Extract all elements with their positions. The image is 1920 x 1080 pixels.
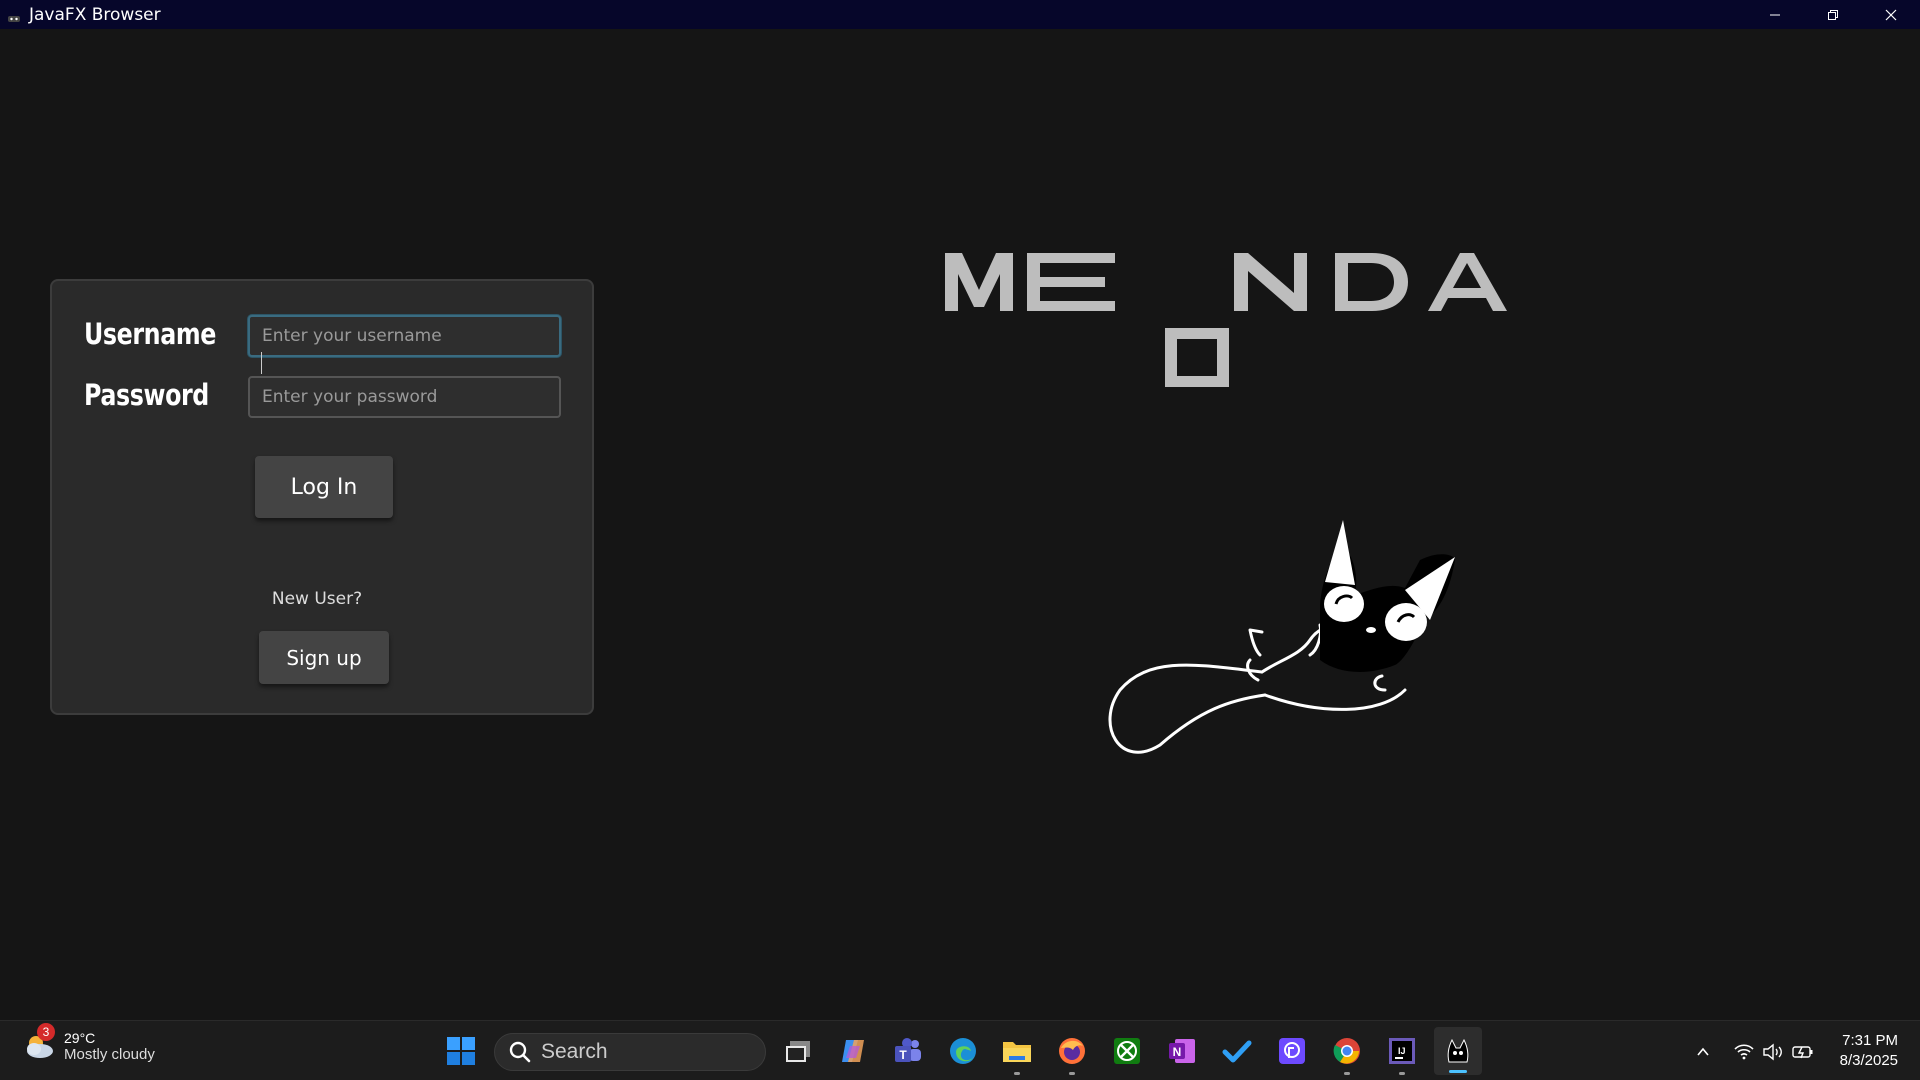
show-hidden-icons-button[interactable] <box>1690 1039 1716 1065</box>
app-logo <box>945 253 1507 754</box>
clock-time: 7:31 PM <box>1842 1032 1898 1049</box>
close-icon <box>1885 9 1897 20</box>
taskbar: 3 29°C Mostly cloudy Search T N IJ 7:31 … <box>0 1020 1920 1080</box>
chrome-icon[interactable] <box>1329 1033 1365 1075</box>
running-indicator <box>1344 1072 1350 1075</box>
copilot-icon[interactable] <box>835 1033 871 1069</box>
wifi-icon[interactable] <box>1731 1039 1757 1065</box>
restore-button[interactable] <box>1804 0 1862 29</box>
browser-content: Username Password Log In New User? Sign … <box>0 29 1920 1020</box>
restore-icon <box>1828 9 1838 20</box>
intellij-icon[interactable]: IJ <box>1384 1033 1420 1075</box>
search-icon <box>509 1041 531 1063</box>
running-indicator <box>1069 1072 1075 1075</box>
todo-icon[interactable] <box>1219 1033 1255 1069</box>
task-view-icon[interactable] <box>779 1033 815 1069</box>
chevron-up-icon <box>1697 1047 1709 1056</box>
running-indicator <box>1399 1072 1405 1075</box>
teams-icon[interactable]: T <box>890 1033 926 1069</box>
weather-temp: 29°C <box>64 1029 96 1046</box>
cat-head <box>1320 520 1455 672</box>
minimize-icon <box>1770 14 1780 15</box>
svg-text:IJ: IJ <box>1398 1046 1406 1056</box>
window-title: JavaFX Browser <box>29 4 161 25</box>
proton-pass-icon[interactable] <box>1274 1033 1310 1069</box>
weather-badge: 3 <box>37 1023 55 1041</box>
onenote-icon[interactable]: N <box>1164 1033 1200 1069</box>
svg-text:N: N <box>1173 1045 1182 1059</box>
javafx-app-icon <box>1440 1033 1476 1069</box>
volume-icon[interactable] <box>1760 1039 1786 1065</box>
taskbar-search[interactable]: Search <box>494 1033 766 1071</box>
window-title-bar: JavaFX Browser <box>0 0 1920 29</box>
javafx-app-taskbar-button[interactable] <box>1434 1027 1482 1075</box>
minimize-button[interactable] <box>1746 0 1804 29</box>
weather-widget[interactable]: 3 29°C Mostly cloudy <box>22 1023 155 1063</box>
close-button[interactable] <box>1862 0 1920 29</box>
windows-icon <box>447 1037 475 1065</box>
edge-icon[interactable] <box>945 1033 981 1069</box>
logo-wordmark <box>945 253 1507 387</box>
active-indicator <box>1449 1070 1467 1073</box>
weather-condition: Mostly cloudy <box>64 1045 155 1063</box>
running-indicator <box>1014 1072 1020 1075</box>
start-button[interactable] <box>443 1033 479 1069</box>
firefox-icon[interactable] <box>1054 1033 1090 1075</box>
cloudy-weather-icon: 3 <box>22 1023 56 1063</box>
xbox-icon[interactable] <box>1109 1033 1145 1069</box>
search-label: Search <box>541 1040 608 1063</box>
app-icon <box>7 10 21 22</box>
svg-text:T: T <box>899 1048 907 1062</box>
file-explorer-icon[interactable] <box>999 1033 1035 1075</box>
clock-date: 8/3/2025 <box>1839 1052 1898 1069</box>
battery-icon[interactable] <box>1790 1039 1816 1065</box>
taskbar-clock[interactable]: 7:31 PM 8/3/2025 <box>1840 1031 1898 1071</box>
